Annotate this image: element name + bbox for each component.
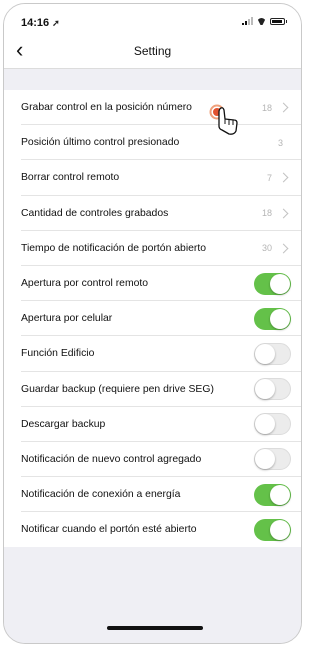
signal-icon bbox=[242, 17, 253, 25]
setting-value: 18 bbox=[261, 102, 272, 113]
setting-row: Guardar backup (requiere pen drive SEG) bbox=[4, 372, 301, 407]
setting-toggle[interactable] bbox=[254, 378, 291, 401]
setting-value: 7 bbox=[266, 172, 272, 183]
setting-row: Notificación de conexión a energía bbox=[4, 477, 301, 513]
battery-icon bbox=[270, 18, 285, 25]
toggle-knob bbox=[255, 449, 275, 470]
setting-label: Apertura por control remoto bbox=[21, 278, 149, 290]
setting-label: Descargar backup bbox=[21, 418, 106, 430]
setting-toggle[interactable] bbox=[254, 413, 291, 436]
page-title: Setting bbox=[133, 44, 172, 58]
setting-row: Función Edificio bbox=[4, 336, 301, 372]
toggle-knob bbox=[270, 273, 290, 294]
chevron-right-icon bbox=[278, 208, 289, 219]
chevron-right-icon bbox=[278, 102, 289, 113]
setting-label: Apertura por celular bbox=[21, 313, 113, 325]
setting-row: Posición último control presionado 3 bbox=[4, 125, 301, 161]
setting-value: 30 bbox=[261, 243, 272, 254]
toggle-knob bbox=[270, 484, 290, 505]
setting-row: Notificación de nuevo control agregado bbox=[4, 442, 301, 478]
toggle-knob bbox=[255, 343, 275, 364]
location-icon: ➚ bbox=[52, 18, 60, 28]
section-gap bbox=[4, 69, 301, 90]
toggle-knob bbox=[270, 519, 290, 540]
setting-label: Posición último control presionado bbox=[21, 137, 180, 149]
wifi-icon bbox=[257, 18, 266, 25]
chevron-right-icon bbox=[278, 243, 289, 254]
toggle-knob bbox=[255, 414, 275, 435]
setting-label: Tiempo de notificación de portón abierto bbox=[21, 242, 207, 254]
battery-cap bbox=[286, 20, 287, 23]
setting-row[interactable]: Tiempo de notificación de portón abierto… bbox=[4, 231, 301, 267]
setting-toggle[interactable] bbox=[254, 307, 291, 330]
setting-row[interactable]: Grabar control en la posición número 18 bbox=[4, 90, 301, 126]
setting-toggle[interactable] bbox=[254, 518, 291, 541]
settings-list: Grabar control en la posición número 18 Po… bbox=[4, 90, 301, 548]
home-indicator[interactable] bbox=[107, 626, 203, 630]
setting-value: 18 bbox=[261, 208, 272, 219]
setting-label: Guardar backup (requiere pen drive SEG) bbox=[21, 383, 214, 395]
status-icons bbox=[242, 17, 287, 25]
toggle-knob bbox=[255, 379, 275, 400]
status-bar: 14:16 ➚ bbox=[4, 4, 301, 34]
setting-row[interactable]: Borrar control remoto 7 bbox=[4, 160, 301, 196]
toggle-knob bbox=[270, 308, 290, 329]
bottom-area bbox=[4, 603, 301, 643]
setting-label: Cantidad de controles grabados bbox=[21, 207, 169, 219]
chevron-right-icon bbox=[278, 173, 289, 183]
setting-row: Notificar cuando el portón esté abierto bbox=[4, 512, 301, 547]
navigation-bar: ‹ Setting bbox=[4, 34, 301, 69]
setting-row: Apertura por control remoto bbox=[4, 266, 301, 302]
setting-value: 3 bbox=[277, 137, 283, 148]
setting-label: Función Edificio bbox=[21, 348, 95, 360]
status-time: 14:16 ➚ bbox=[21, 17, 60, 29]
phone-screen: 14:16 ➚ ‹ Setting Grabar control en la po… bbox=[3, 3, 302, 644]
setting-label: Grabar control en la posición número bbox=[21, 102, 192, 114]
setting-toggle[interactable] bbox=[254, 342, 291, 365]
setting-row[interactable]: Cantidad de controles grabados 18 bbox=[4, 196, 301, 231]
setting-toggle[interactable] bbox=[254, 483, 291, 506]
setting-row: Descargar backup bbox=[4, 407, 301, 443]
setting-row: Apertura por celular bbox=[4, 301, 301, 337]
setting-label: Notificación de nuevo control agregado bbox=[21, 453, 202, 465]
setting-toggle[interactable] bbox=[254, 272, 291, 295]
setting-label: Borrar control remoto bbox=[21, 172, 120, 184]
setting-label: Notificación de conexión a energía bbox=[21, 489, 181, 501]
setting-label: Notificar cuando el portón esté abierto bbox=[21, 524, 197, 536]
setting-toggle[interactable] bbox=[254, 448, 291, 471]
